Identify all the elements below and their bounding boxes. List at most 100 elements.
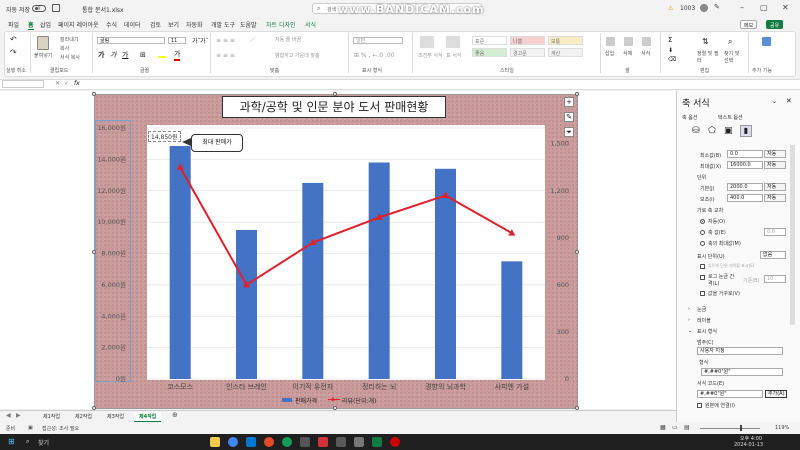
format-painter-button[interactable]: 서식 복사	[60, 54, 80, 61]
chart-filter-icon[interactable]: ⏷	[564, 127, 574, 137]
text-options-tab[interactable]: 텍스트 옵션	[718, 114, 743, 121]
underline-icon[interactable]: 가	[122, 50, 128, 60]
tab-view[interactable]: 보기	[168, 20, 179, 29]
fill-color-icon[interactable]	[158, 50, 166, 58]
major-auto-button[interactable]: 자동	[764, 183, 786, 191]
align-left-icon[interactable]: ≡ ≡ ≡	[216, 52, 235, 59]
crosses-value-input[interactable]: 0.0	[764, 228, 786, 236]
delete-cells-icon[interactable]	[624, 37, 633, 46]
resize-handle[interactable]	[575, 92, 579, 96]
tick-marks-section[interactable]: 눈금	[697, 306, 706, 313]
page-break-view-icon[interactable]: ▤	[684, 424, 690, 431]
sort-filter-icon[interactable]: ⇅	[702, 37, 709, 46]
file-explorer-icon[interactable]	[210, 437, 220, 447]
insert-cells-button[interactable]: 삽입	[605, 50, 614, 57]
chart-elements-icon[interactable]: +	[564, 97, 574, 107]
wrap-text-button[interactable]: 자동 줄 바꿈	[275, 36, 301, 43]
page-layout-view-icon[interactable]: ▭	[672, 424, 678, 431]
undo-icon[interactable]: ↶	[10, 35, 17, 44]
redo-icon[interactable]: ↷	[10, 48, 17, 57]
tab-help[interactable]: 도움말	[240, 20, 257, 29]
pane-scrollbar[interactable]	[790, 145, 795, 325]
shrink-font-icon[interactable]: 가ˇ	[200, 36, 209, 45]
sheet-tab-3[interactable]: 제3작업	[102, 412, 129, 421]
tab-file[interactable]: 파일	[8, 20, 19, 29]
autosum-icon[interactable]: Σ	[668, 36, 672, 44]
max-bound-input[interactable]: 16000.0	[727, 161, 763, 169]
windows-start-icon[interactable]: ⊞	[8, 437, 15, 446]
sheet-tab-1[interactable]: 제1작업	[38, 412, 65, 421]
add-sheet-icon[interactable]: ⊕	[172, 411, 178, 419]
copy-button[interactable]: 복사	[60, 45, 69, 52]
chrome-icon[interactable]	[228, 437, 238, 447]
resize-handle[interactable]	[92, 250, 96, 254]
crosses-max-radio[interactable]	[700, 241, 705, 246]
size-properties-icon[interactable]: ▣	[724, 126, 733, 136]
normal-view-icon[interactable]: ▦	[660, 424, 666, 431]
share-button[interactable]: 공유	[766, 20, 784, 29]
axis-options-icon[interactable]: ▮	[740, 125, 752, 137]
style-calculation[interactable]: 계산	[548, 48, 583, 57]
confirm-formula-icon[interactable]: ✓	[64, 80, 69, 87]
border-icon[interactable]: ⊞	[140, 51, 146, 59]
tab-automate[interactable]: 자동화	[186, 20, 203, 29]
app-icon[interactable]	[300, 437, 310, 447]
log-base-input[interactable]: 10	[764, 275, 786, 283]
find-select-icon[interactable]: ⌕	[728, 37, 732, 47]
memo-button[interactable]: 메모	[740, 20, 758, 29]
show-units-checkbox[interactable]	[700, 264, 705, 269]
app-icon-2[interactable]	[318, 437, 328, 447]
italic-icon[interactable]: 가	[110, 50, 116, 60]
effects-icon[interactable]: ⬠	[708, 126, 716, 136]
zoom-slider[interactable]	[700, 428, 760, 429]
font-color-icon[interactable]: 가	[174, 49, 181, 61]
resize-handle[interactable]	[575, 250, 579, 254]
tab-developer[interactable]: 개발 도구	[211, 20, 235, 29]
app-icon-3[interactable]	[336, 437, 346, 447]
chart-styles-icon[interactable]: ✎	[564, 112, 574, 122]
avatar[interactable]	[700, 4, 708, 12]
style-warning[interactable]: 경고문	[510, 48, 545, 57]
paste-button[interactable]: 붙여넣기	[34, 52, 52, 59]
orientation-icon[interactable]: ⟋	[250, 37, 254, 45]
conditional-format-button[interactable]: 조건부 서식	[418, 52, 443, 59]
reverse-order-checkbox[interactable]	[700, 291, 705, 296]
clear-icon[interactable]: ⌫	[668, 56, 676, 63]
sheet-tab-4[interactable]: 제4작업	[134, 412, 162, 422]
browser-icon[interactable]	[264, 437, 274, 447]
font-size-select[interactable]: 11	[168, 37, 186, 44]
bold-icon[interactable]: 가	[98, 50, 104, 60]
tab-insert[interactable]: 삽입	[40, 20, 51, 29]
chrome-alt-icon[interactable]	[282, 437, 292, 447]
number-section[interactable]: 표시 형식	[697, 328, 717, 335]
zoom-level[interactable]: 119%	[775, 425, 789, 431]
tab-home[interactable]: 홈	[28, 20, 34, 30]
minor-auto-button[interactable]: 자동	[764, 194, 786, 202]
style-bad[interactable]: 나쁨	[510, 36, 545, 45]
app-icon-4[interactable]	[354, 437, 364, 447]
tab-page-layout[interactable]: 페이지 레이아웃	[58, 20, 99, 29]
merge-center-button[interactable]: 병합하고 가운데 맞춤	[275, 52, 320, 59]
taskbar-search[interactable]: 찾기	[38, 438, 49, 447]
style-neutral[interactable]: 보통	[548, 36, 583, 45]
style-good[interactable]: 좋음	[472, 48, 507, 57]
delete-cells-button[interactable]: 삭제	[623, 50, 632, 57]
tab-data[interactable]: 데이터	[124, 20, 141, 29]
excel-icon[interactable]	[372, 437, 382, 447]
crosses-value-radio[interactable]	[700, 230, 705, 235]
paste-icon[interactable]	[37, 36, 49, 50]
max-auto-button[interactable]: 자동	[764, 161, 786, 169]
min-bound-input[interactable]: 0.0	[727, 150, 763, 158]
tick-marks-chevron-icon[interactable]: ›	[688, 306, 690, 312]
zoom-thumb[interactable]	[740, 425, 742, 431]
min-auto-button[interactable]: 자동	[764, 150, 786, 158]
minor-unit-input[interactable]: 400.0	[727, 194, 763, 202]
maximize-icon[interactable]: ▢	[760, 3, 768, 12]
insert-cells-icon[interactable]	[606, 37, 615, 46]
add-format-button[interactable]: 추가(A)	[765, 390, 787, 398]
file-name[interactable]: 통합 문서1.xlsx	[82, 5, 124, 14]
macro-icon[interactable]: ▣	[28, 425, 33, 431]
category-select[interactable]: 사용자 지정	[697, 347, 783, 355]
sort-filter-button[interactable]: 정렬 및 필터	[697, 50, 719, 64]
table-format-icon[interactable]	[446, 36, 460, 48]
